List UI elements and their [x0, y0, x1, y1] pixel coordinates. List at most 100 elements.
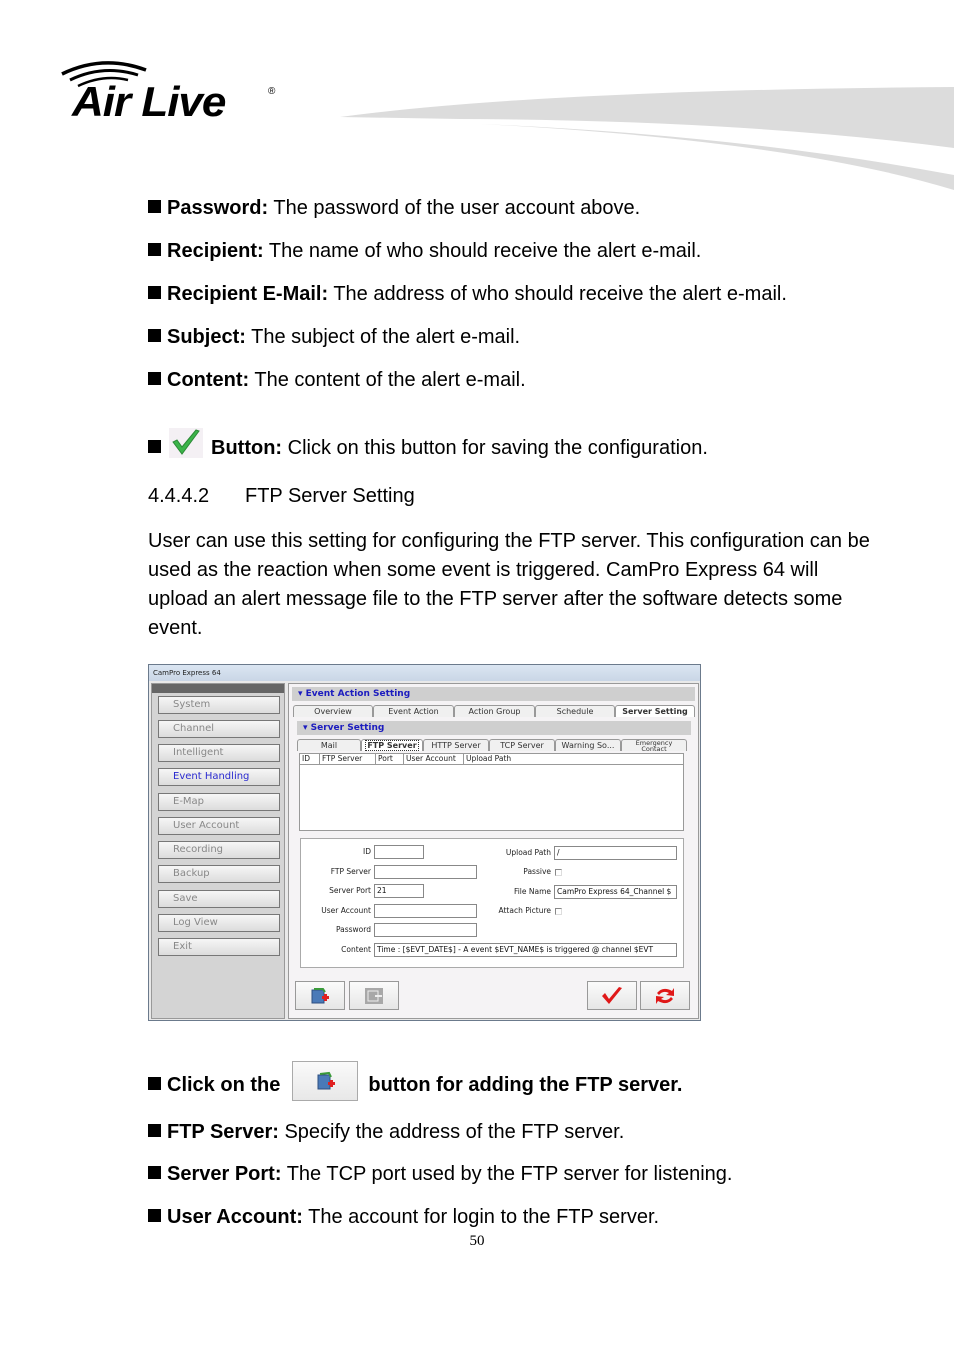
- green-check-icon: [169, 428, 203, 458]
- ftp-server-form: ID FTP Server Server Port 21 User Accoun…: [300, 838, 684, 968]
- sidebar-item-recording[interactable]: Recording: [158, 841, 280, 859]
- refresh-button[interactable]: [640, 981, 690, 1010]
- attach-picture-label: Attach Picture: [498, 906, 551, 915]
- sidebar-item-user-account[interactable]: User Account: [158, 817, 280, 835]
- sidebar-item-emap[interactable]: E-Map: [158, 793, 280, 811]
- tab-action-group[interactable]: Action Group: [454, 705, 535, 717]
- bullet-icon: [148, 372, 161, 385]
- section-heading: 4.4.4.2 FTP Server Setting: [148, 485, 415, 508]
- sidebar-item-log-view[interactable]: Log View: [158, 914, 280, 932]
- add-ftp-server-icon: [317, 1071, 336, 1090]
- sidebar-item-intelligent[interactable]: Intelligent: [158, 744, 280, 762]
- bullet-icon: [148, 1209, 161, 1222]
- bullet-desc: Specify the address of the FTP server.: [278, 1121, 625, 1143]
- bullet-desc: The password of the user account above.: [268, 197, 641, 219]
- bullet-term: User Account:: [167, 1206, 303, 1228]
- id-label: ID: [363, 847, 371, 856]
- tab-emergency-contact[interactable]: Emergency Contact: [621, 739, 687, 751]
- tab-server-setting[interactable]: Server Setting: [615, 705, 695, 717]
- sidebar: System Channel Intelligent Event Handlin…: [151, 683, 285, 1019]
- col-port[interactable]: Port: [376, 754, 404, 764]
- delete-ftp-server-button[interactable]: [349, 981, 399, 1010]
- event-action-setting-header: ▾ Event Action Setting: [292, 687, 695, 701]
- attach-picture-checkbox[interactable]: [555, 908, 562, 915]
- tab-overview[interactable]: Overview: [293, 705, 373, 717]
- file-name-label: File Name: [513, 887, 551, 896]
- bullet-password: Password: The password of the user accou…: [148, 196, 640, 220]
- intro-paragraph: User can use this setting for configurin…: [148, 530, 870, 639]
- bullet-desc: The address of who should receive the al…: [328, 283, 787, 305]
- file-name-input[interactable]: CamPro Express 64_Channel $: [554, 885, 677, 899]
- bullet-subject: Subject: The subject of the alert e-mail…: [148, 325, 520, 349]
- tab-schedule[interactable]: Schedule: [535, 705, 615, 717]
- sidebar-item-system[interactable]: System: [158, 696, 280, 714]
- bullet-ftp-server: FTP Server: Specify the address of the F…: [148, 1120, 624, 1144]
- ftp-server-input[interactable]: [374, 865, 477, 879]
- bullet-icon: [148, 440, 161, 453]
- bullet-click-add: Click on the button for adding the FTP se…: [148, 1061, 682, 1101]
- sidebar-header-bar: [152, 684, 284, 693]
- server-port-input[interactable]: 21: [374, 884, 424, 898]
- bullet-icon: [148, 286, 161, 299]
- col-user-account[interactable]: User Account: [404, 754, 464, 764]
- sidebar-item-backup[interactable]: Backup: [158, 865, 280, 883]
- bullet-icon: [148, 329, 161, 342]
- col-ftp-server[interactable]: FTP Server: [320, 754, 376, 764]
- sidebar-item-exit[interactable]: Exit: [158, 938, 280, 956]
- bullet-term: Button:: [211, 437, 283, 459]
- bullet-term: Content:: [167, 369, 250, 391]
- bullet-desc: The account for login to the FTP server.: [302, 1206, 660, 1228]
- upload-path-input[interactable]: /: [554, 846, 677, 860]
- bullet-desc: The content of the alert e-mail.: [249, 369, 526, 391]
- ftp-server-label: FTP Server: [330, 867, 371, 876]
- bullet-button: Button: Click on this button for saving …: [148, 428, 708, 460]
- page-number: 50: [469, 1233, 485, 1249]
- bullet-icon: [148, 200, 161, 213]
- save-button[interactable]: [587, 981, 637, 1010]
- sidebar-item-channel[interactable]: Channel: [158, 720, 280, 738]
- bullet-icon: [148, 243, 161, 256]
- bullet-icon: [148, 1077, 161, 1090]
- tab-event-action[interactable]: Event Action: [373, 705, 454, 717]
- tab-ftp-server[interactable]: FTP Server: [361, 739, 423, 751]
- sidebar-item-event-handling[interactable]: Event Handling: [158, 768, 280, 786]
- add-ftp-server-button[interactable]: [295, 981, 345, 1010]
- campro-window: CamPro Express 64 System Channel Intelli…: [148, 664, 701, 1021]
- tab-warning-sound[interactable]: Warning So...: [555, 739, 621, 751]
- col-upload-path[interactable]: Upload Path: [464, 754, 524, 764]
- col-id[interactable]: ID: [300, 754, 320, 764]
- bullet-desc: The TCP port used by the FTP server for …: [281, 1163, 733, 1185]
- tab-mail[interactable]: Mail: [297, 739, 361, 751]
- bullet-user-account: User Account: The account for login to t…: [148, 1205, 659, 1229]
- server-tabs: Mail FTP Server HTTP Server TCP Server W…: [297, 739, 687, 751]
- header-swoosh-decoration: [340, 87, 954, 190]
- bullet-term: Password:: [167, 197, 269, 219]
- bullet-recipient-email: Recipient E-Mail: The address of who sho…: [148, 282, 787, 306]
- sidebar-item-save[interactable]: Save: [158, 890, 280, 908]
- tab-http-server[interactable]: HTTP Server: [423, 739, 489, 751]
- server-port-label: Server Port: [329, 886, 371, 895]
- bullet-desc: Click on this button for saving the conf…: [282, 437, 708, 459]
- passive-checkbox[interactable]: [555, 869, 562, 876]
- refresh-icon: [656, 987, 674, 1004]
- add-ftp-server-button-illustration: [292, 1061, 359, 1101]
- password-input[interactable]: [374, 923, 477, 937]
- user-account-input[interactable]: [374, 904, 477, 918]
- list-header: ID FTP Server Port User Account Upload P…: [300, 754, 683, 765]
- id-input[interactable]: [374, 845, 424, 859]
- section-number: 4.4.4.2: [148, 485, 210, 507]
- main-tabs: Overview Event Action Action Group Sched…: [293, 705, 695, 717]
- window-title: CamPro Express 64: [149, 665, 700, 681]
- tab-tcp-server[interactable]: TCP Server: [489, 739, 555, 751]
- bullet-term: Server Port:: [167, 1163, 282, 1185]
- passive-label: Passive: [523, 867, 551, 876]
- ftp-server-list[interactable]: ID FTP Server Port User Account Upload P…: [299, 753, 684, 831]
- content-input[interactable]: Time : [$EVT_DATE$] - A event $EVT_NAME$…: [374, 943, 677, 957]
- bullet-recipient: Recipient: The name of who should receiv…: [148, 239, 701, 263]
- add-ftp-server-icon: [311, 987, 329, 1003]
- bullet-desc: The subject of the alert e-mail.: [245, 326, 521, 348]
- bullet-icon: [148, 1166, 161, 1179]
- bullet-term: FTP Server:: [167, 1121, 279, 1143]
- red-check-icon: [602, 986, 622, 1004]
- bullet-term: Recipient:: [167, 240, 264, 262]
